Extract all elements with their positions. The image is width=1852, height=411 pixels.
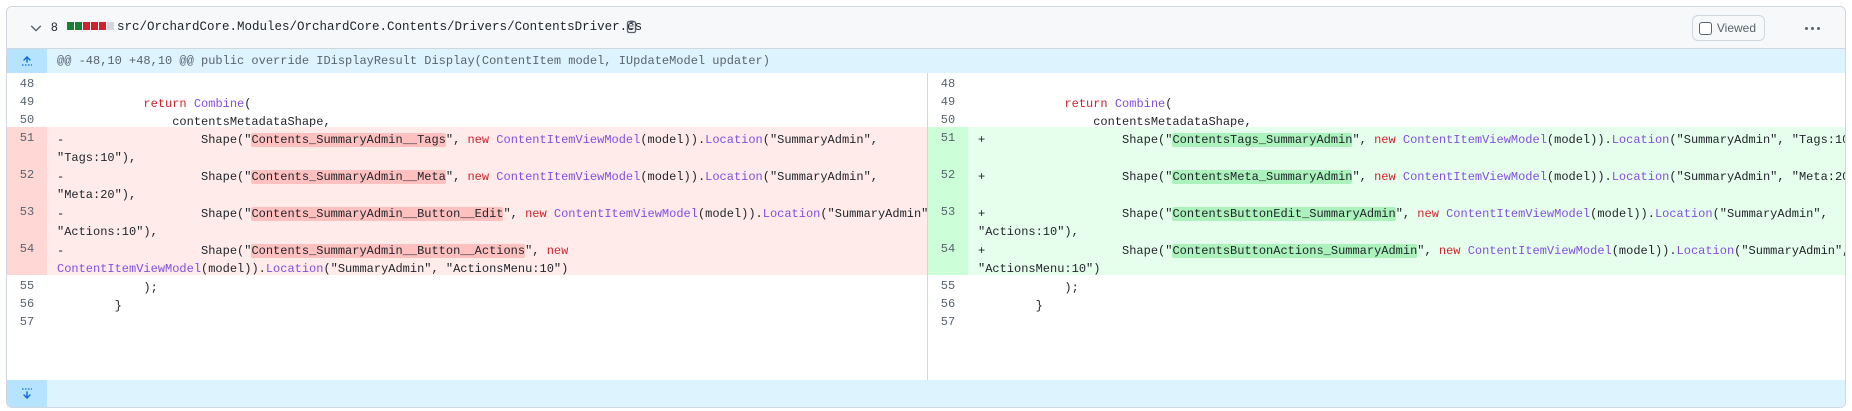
context-line: 56 }	[928, 293, 1845, 313]
context-line: 57	[928, 311, 1845, 329]
deleted-line: 53- Shape("Contents_SummaryAdmin__Button…	[7, 201, 936, 239]
line-number[interactable]: 48	[928, 73, 968, 91]
diffstat-block	[99, 22, 106, 30]
copy-icon[interactable]	[624, 20, 638, 35]
added-line: 53 + Shape("ContentsButtonEdit_SummaryAdm…	[928, 201, 1845, 239]
code-line: + Shape("ContentsMeta_SummaryAdmin", new…	[968, 164, 1845, 201]
code-line: - Shape("Contents_SummaryAdmin__Meta", n…	[47, 164, 927, 202]
context-line: 49 return Combine(	[928, 91, 1845, 111]
context-line: 50 contentsMetadataShape,	[928, 109, 1845, 129]
context-line: 55 );	[7, 275, 927, 295]
hunk-header-text: @@ -48,10 +48,10 @@ public override IDis…	[57, 54, 770, 68]
deleted-line: 51- Shape("Contents_SummaryAdmin__Tags",…	[7, 127, 927, 165]
diff-file: 8 src/OrchardCore.Modules/OrchardCore.Co…	[6, 6, 1846, 408]
diffstat-block	[75, 22, 82, 30]
line-number[interactable]: 55	[928, 275, 968, 293]
code-line: return Combine(	[143, 97, 252, 111]
line-number[interactable]: 50	[7, 109, 47, 127]
line-number[interactable]: 55	[7, 275, 47, 293]
diffstat-block	[67, 22, 74, 30]
code-line: + Shape("ContentsTags_SummaryAdmin", new…	[968, 127, 1845, 164]
context-line: 49 return Combine(	[7, 91, 927, 111]
line-number[interactable]: 53	[928, 201, 968, 238]
diff-side-right: 48 49 return Combine(50 contentsMetadataS…	[927, 73, 1845, 380]
fold-down-icon	[22, 388, 32, 399]
diff-side-left: 48 49 return Combine(50 contentsMetadataS…	[7, 73, 936, 380]
line-number[interactable]: 56	[7, 293, 47, 311]
code-line: + Shape("ContentsButtonEdit_SummaryAdmin…	[968, 201, 1845, 239]
context-line: 55 );	[928, 275, 1845, 295]
code-line: );	[978, 281, 1079, 295]
code-line: + Shape("ContentsButtonActions_SummaryAd…	[968, 238, 1845, 276]
chevron-down-icon[interactable]	[29, 21, 43, 35]
viewed-label: Viewed	[1716, 21, 1756, 35]
hunk-footer	[7, 380, 1845, 407]
context-line: 57	[7, 311, 927, 329]
diffstat-block	[83, 22, 90, 30]
context-line: 48	[7, 73, 927, 91]
context-line: 48	[928, 73, 1845, 91]
code-line: contentsMetadataShape,	[57, 115, 331, 129]
line-number[interactable]: 49	[7, 91, 47, 109]
code-line: - Shape("Contents_SummaryAdmin__Button__…	[47, 238, 927, 276]
context-line: 50 contentsMetadataShape,	[7, 109, 927, 129]
viewed-checkbox[interactable]	[1698, 21, 1712, 35]
line-number[interactable]: 51	[928, 127, 968, 164]
line-number[interactable]: 51	[7, 127, 47, 164]
added-line: 52 + Shape("ContentsMeta_SummaryAdmin", n…	[928, 164, 1845, 201]
code-line: - Shape("Contents_SummaryAdmin__Tags", n…	[47, 127, 927, 165]
expand-up-button[interactable]	[7, 49, 47, 73]
context-line: 56 }	[7, 293, 927, 313]
line-number[interactable]: 57	[928, 311, 968, 329]
line-number[interactable]: 48	[7, 73, 47, 91]
change-count: 8	[51, 20, 58, 34]
line-number[interactable]: 54	[928, 238, 968, 275]
line-number[interactable]: 56	[928, 293, 968, 311]
diffstat-block	[91, 22, 98, 30]
deleted-line: 54- Shape("Contents_SummaryAdmin__Button…	[7, 238, 927, 276]
line-number[interactable]: 54	[7, 238, 47, 275]
code-line: );	[57, 281, 158, 295]
line-number[interactable]: 53	[7, 201, 47, 238]
added-line: 54 + Shape("ContentsButtonActions_Summary…	[928, 238, 1845, 276]
code-line: return Combine(	[1064, 97, 1173, 111]
deleted-line: 52- Shape("Contents_SummaryAdmin__Meta",…	[7, 164, 927, 202]
diffstat-block	[107, 22, 114, 30]
code-line: }	[57, 299, 122, 313]
line-number[interactable]: 57	[7, 311, 47, 329]
viewed-toggle[interactable]: Viewed	[1691, 15, 1765, 41]
line-number[interactable]: 52	[928, 164, 968, 201]
line-number[interactable]: 50	[928, 109, 968, 127]
fold-up-icon	[22, 56, 32, 66]
expand-down-button[interactable]	[7, 380, 47, 407]
added-line: 51 + Shape("ContentsTags_SummaryAdmin", n…	[928, 127, 1845, 164]
diffstat	[67, 22, 114, 30]
code-line: contentsMetadataShape,	[978, 115, 1252, 129]
code-line: - Shape("Contents_SummaryAdmin__Button__…	[47, 201, 936, 239]
file-path[interactable]: src/OrchardCore.Modules/OrchardCore.Cont…	[117, 20, 642, 34]
line-number[interactable]: 49	[928, 91, 968, 109]
line-number[interactable]: 52	[7, 164, 47, 201]
code-line: }	[978, 299, 1043, 313]
file-header: 8 src/OrchardCore.Modules/OrchardCore.Co…	[7, 7, 1845, 49]
hunk-header: @@ -48,10 +48,10 @@ public override IDis…	[7, 49, 1845, 73]
kebab-horizontal-icon[interactable]	[1799, 19, 1825, 37]
